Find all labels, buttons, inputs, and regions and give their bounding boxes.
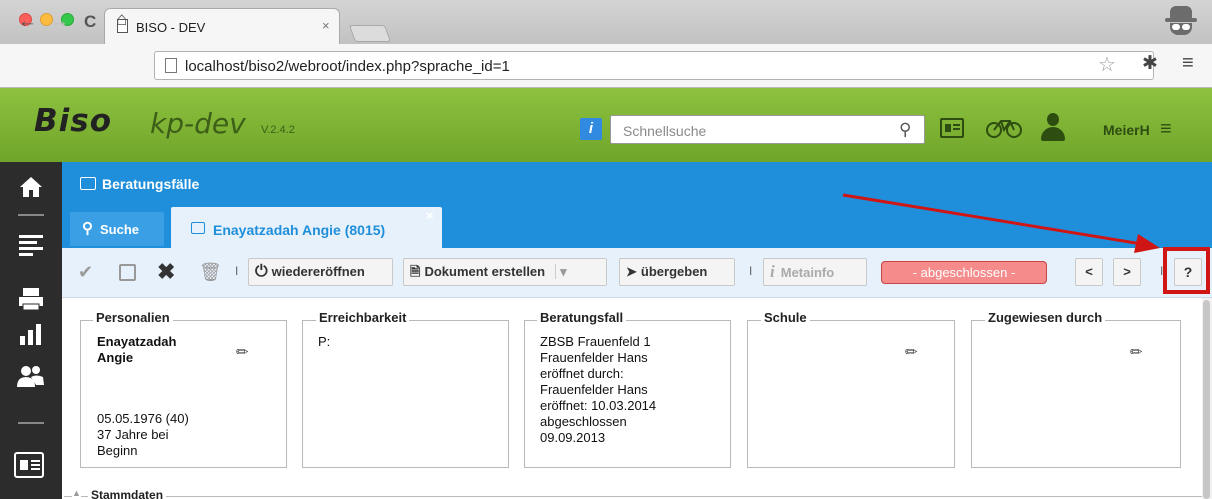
tab-suche[interactable]: ⚲ Suche <box>70 212 164 246</box>
erreichbarkeit-card <box>302 320 509 468</box>
forward-icon[interactable]: → <box>50 11 69 33</box>
handover-button[interactable]: ➤ übergeben <box>619 258 735 286</box>
tab-close-icon[interactable]: × <box>426 208 434 223</box>
incognito-icon <box>1164 6 1200 36</box>
users-icon[interactable] <box>17 365 45 389</box>
info-icon[interactable]: i <box>580 118 602 140</box>
edit-icon[interactable]: ✏ <box>905 343 918 361</box>
status-badge: - abgeschlossen - <box>881 261 1047 284</box>
edit-icon[interactable]: ✏ <box>1130 343 1143 361</box>
bookmark-star-icon[interactable]: ☆ <box>1098 52 1116 77</box>
tab-label: Enayatzadah Angie (8015) <box>213 222 386 238</box>
check-icon[interactable]: ✔ <box>78 258 93 286</box>
sidebar-divider <box>18 214 44 216</box>
prev-button[interactable]: < <box>1075 258 1103 286</box>
home-icon[interactable]: ⌂ <box>116 9 127 31</box>
card-icon[interactable] <box>940 118 964 138</box>
chevron-up-icon[interactable]: ▲ <box>72 488 81 498</box>
divider <box>64 496 1204 497</box>
app-menu-icon[interactable]: ≡ <box>1160 118 1172 141</box>
list-icon[interactable] <box>19 234 43 256</box>
phone-value: P: <box>318 334 331 349</box>
scrollbar-thumb[interactable] <box>1203 300 1210 499</box>
reopen-button[interactable]: ⏻ wiedereröffnen <box>248 258 393 286</box>
page-icon <box>165 58 177 73</box>
case-details: ZBSB Frauenfeld 1 Frauenfelder Hans eröf… <box>540 334 657 445</box>
reload-icon[interactable]: C <box>84 12 96 32</box>
card-icon[interactable] <box>14 452 44 478</box>
power-icon: ⏻ <box>255 263 268 280</box>
app-version: V.2.4.2 <box>261 124 295 136</box>
card-title: Personalien <box>93 310 173 325</box>
home-icon[interactable] <box>19 176 43 198</box>
separator: I <box>749 264 753 278</box>
back-icon[interactable]: ← <box>18 11 37 33</box>
chevron-down-icon[interactable]: ▾ <box>555 264 567 279</box>
trash-icon[interactable]: 🗑 <box>199 258 222 286</box>
quick-search-input[interactable]: Schnellsuche ⚲ <box>610 115 925 144</box>
person-details: 05.05.1976 (40) 37 Jahre bei Beginn <box>97 411 189 458</box>
create-document-button[interactable]: 🗎 Dokument erstellen ▾ <box>403 258 607 286</box>
extension-icon[interactable]: ✱ <box>1142 52 1158 75</box>
search-icon[interactable]: ⚲ <box>899 120 911 140</box>
section-title: Beratungsfälle <box>102 176 200 192</box>
browser-menu-icon[interactable]: ≡ <box>1182 52 1194 75</box>
search-placeholder: Schnellsuche <box>623 123 707 139</box>
save-icon[interactable] <box>119 264 136 281</box>
separator: I <box>235 264 239 278</box>
sidebar-divider <box>18 422 44 424</box>
address-bar[interactable]: localhost/biso2/webroot/index.php?sprach… <box>154 51 1154 80</box>
edit-icon[interactable]: ✏ <box>236 343 249 361</box>
card-title: Beratungsfall <box>537 310 627 325</box>
user-name[interactable]: MeierH <box>1103 122 1150 138</box>
schule-card <box>747 320 955 468</box>
card-icon <box>80 177 96 190</box>
app-logo[interactable]: Biso <box>34 103 112 139</box>
zugewiesen-card <box>971 320 1181 468</box>
app-environment: kp-dev <box>150 107 246 140</box>
bicycle-icon[interactable] <box>986 117 1022 139</box>
print-icon[interactable] <box>19 287 43 311</box>
send-icon: ➤ <box>626 264 637 279</box>
info-icon: i <box>770 262 775 281</box>
search-icon: ⚲ <box>82 220 93 237</box>
card-title: Schule <box>761 310 810 325</box>
metainfo-button[interactable]: i Metainfo <box>763 258 867 286</box>
document-icon: 🗎 <box>410 264 421 279</box>
tab-close-icon[interactable]: × <box>322 18 330 33</box>
new-tab-button[interactable] <box>348 25 392 42</box>
next-button[interactable]: > <box>1113 258 1141 286</box>
person-name: Enayatzadah Angie <box>97 334 177 365</box>
card-title: Erreichbarkeit <box>316 310 410 325</box>
tab-label: Suche <box>100 222 140 237</box>
tab-case[interactable]: Enayatzadah Angie (8015) × <box>171 207 442 248</box>
annotation-highlight-box <box>1163 247 1210 294</box>
card-title: Zugewiesen durch <box>985 310 1106 325</box>
chart-icon[interactable] <box>19 322 43 346</box>
browser-tab-title: BISO - DEV <box>136 20 206 35</box>
card-icon <box>191 222 205 234</box>
address-url: localhost/biso2/webroot/index.php?sprach… <box>185 58 510 75</box>
stammdaten-section-title[interactable]: Stammdaten <box>88 488 167 499</box>
cancel-icon[interactable]: ✖ <box>157 258 175 286</box>
